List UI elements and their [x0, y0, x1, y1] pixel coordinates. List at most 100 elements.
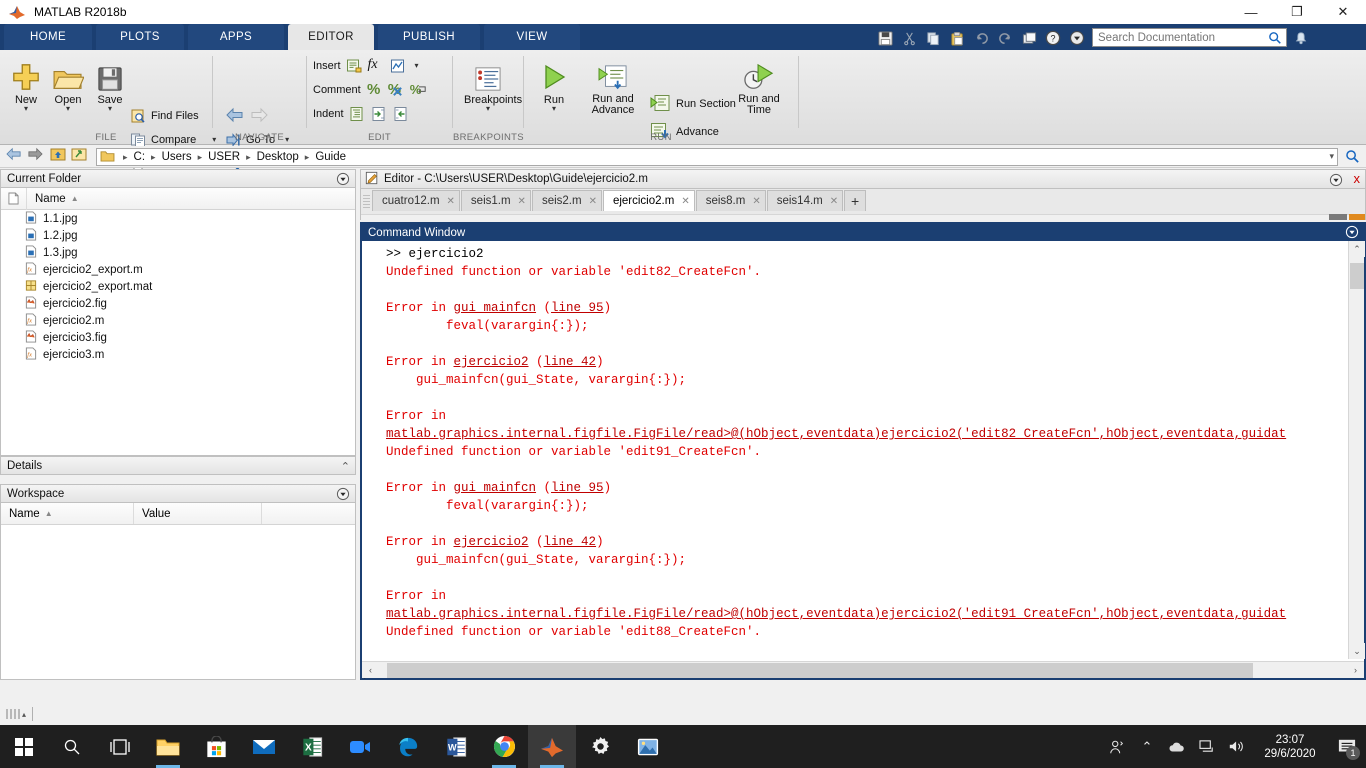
- editor-tab-seis1[interactable]: seis1.m ✕: [460, 190, 531, 211]
- current-folder-file-list[interactable]: Name ▲ 1.1.jpg 1.2.jpg 1.3.jpg fx ejerci…: [0, 188, 356, 456]
- command-window-horizontal-scrollbar[interactable]: ‹ ›: [362, 661, 1364, 678]
- up-folder-icon[interactable]: [50, 147, 66, 166]
- close-icon[interactable]: x: [1354, 172, 1361, 185]
- close-icon[interactable]: ✕: [447, 196, 455, 207]
- breadcrumb[interactable]: ▸ C: ▸ Users ▸ USER ▸ Desktop ▸ Guide ▾: [96, 148, 1338, 166]
- network-icon[interactable]: [1192, 725, 1222, 768]
- help-icon[interactable]: ?: [1042, 28, 1064, 48]
- notification-icon[interactable]: 1: [1328, 725, 1366, 768]
- breadcrumb-item-user[interactable]: USER: [206, 151, 242, 163]
- editor-code-clipped-area[interactable]: [360, 211, 1366, 220]
- run-caret-icon[interactable]: ▾: [530, 105, 578, 113]
- command-window-output[interactable]: >> ejercicio2 Undefined function or varia…: [362, 241, 1364, 659]
- list-item[interactable]: 1.2.jpg: [1, 227, 355, 244]
- close-icon[interactable]: ✕: [589, 196, 597, 207]
- vscroll-thumb[interactable]: [1350, 263, 1364, 289]
- undo-icon[interactable]: [970, 28, 992, 48]
- breadcrumb-item-guide[interactable]: Guide: [313, 151, 348, 163]
- tab-apps[interactable]: APPS: [188, 24, 284, 50]
- people-icon[interactable]: [1102, 725, 1132, 768]
- list-item[interactable]: fx ejercicio3.m: [1, 346, 355, 363]
- error-link[interactable]: line 42: [544, 535, 597, 549]
- taskbar-clock[interactable]: 23:07 29/6/2020: [1252, 733, 1328, 761]
- matlab-icon[interactable]: [528, 725, 576, 768]
- new-button[interactable]: New ▾: [2, 58, 50, 113]
- editor-tab-seis8[interactable]: seis8.m ✕: [695, 190, 766, 211]
- tab-bar-grip[interactable]: [363, 193, 370, 208]
- address-search-icon[interactable]: [1345, 149, 1360, 169]
- insert-caret-icon[interactable]: ▾: [415, 62, 419, 70]
- breakpoints-button[interactable]: Breakpoints ▾: [464, 58, 522, 113]
- close-button[interactable]: ✕: [1320, 0, 1366, 24]
- browse-folder-icon[interactable]: [71, 147, 87, 166]
- hscroll-thumb[interactable]: [387, 662, 1253, 678]
- search-icon[interactable]: [1268, 31, 1282, 48]
- panel-menu-icon[interactable]: [1329, 173, 1343, 190]
- command-window-vertical-scrollbar[interactable]: ⌃ ⌄: [1348, 241, 1365, 659]
- photos-icon[interactable]: [624, 725, 672, 768]
- tab-editor[interactable]: EDITOR: [288, 24, 374, 50]
- insert-plot-icon[interactable]: [390, 58, 406, 74]
- editor-tab-ejercicio2[interactable]: ejercicio2.m ✕: [602, 190, 695, 211]
- task-view-icon[interactable]: [96, 725, 144, 768]
- windows-start-icon[interactable]: [0, 725, 48, 768]
- mail-icon[interactable]: [240, 725, 288, 768]
- list-item[interactable]: ejercicio3.fig: [1, 329, 355, 346]
- word-icon[interactable]: W: [432, 725, 480, 768]
- breadcrumb-dropdown-icon[interactable]: ▾: [1329, 151, 1334, 162]
- workspace-extra-column-header[interactable]: [262, 503, 355, 524]
- zoom-icon[interactable]: [336, 725, 384, 768]
- close-icon[interactable]: ✕: [830, 196, 838, 207]
- tab-home[interactable]: HOME: [4, 24, 92, 50]
- search-documentation-input[interactable]: Search Documentation: [1092, 28, 1287, 47]
- minimize-button[interactable]: —: [1228, 0, 1274, 24]
- error-link[interactable]: ejercicio2: [454, 355, 529, 369]
- bell-icon[interactable]: [1294, 30, 1308, 51]
- run-and-time-button[interactable]: Run and Time: [729, 58, 789, 116]
- scroll-up-icon[interactable]: ⌃: [1349, 241, 1365, 257]
- chevron-up-icon[interactable]: ⌃: [341, 460, 350, 473]
- function-fx-icon[interactable]: fx: [368, 58, 384, 74]
- insert-row[interactable]: Insert fx ▾: [313, 58, 419, 74]
- panel-menu-icon[interactable]: [336, 487, 350, 504]
- edge-icon[interactable]: [384, 725, 432, 768]
- uncomment-icon[interactable]: %: [388, 82, 404, 98]
- wrap-comment-icon[interactable]: %: [410, 82, 426, 98]
- open-caret-icon[interactable]: ▾: [44, 105, 92, 113]
- error-link[interactable]: ejercicio2: [454, 535, 529, 549]
- hscroll-track[interactable]: [379, 662, 1347, 678]
- save-button[interactable]: Save ▾: [86, 58, 134, 113]
- redo-icon[interactable]: [994, 28, 1016, 48]
- microsoft-store-icon[interactable]: [192, 725, 240, 768]
- search-icon[interactable]: [48, 725, 96, 768]
- list-item[interactable]: ejercicio2_export.mat: [1, 278, 355, 295]
- workspace-variable-table[interactable]: Name ▲ Value: [0, 503, 356, 680]
- decrease-indent-icon[interactable]: [393, 106, 409, 122]
- close-icon[interactable]: ✕: [752, 196, 760, 207]
- breakpoints-caret-icon[interactable]: ▾: [464, 105, 512, 113]
- panel-menu-icon[interactable]: [336, 172, 350, 189]
- tab-plots[interactable]: PLOTS: [96, 24, 184, 50]
- copy-icon[interactable]: [922, 28, 944, 48]
- file-type-column-header[interactable]: [1, 188, 27, 210]
- run-button[interactable]: Run ▾: [530, 58, 578, 113]
- find-files-button[interactable]: Find Files: [130, 108, 199, 124]
- list-item[interactable]: 1.1.jpg: [1, 210, 355, 227]
- name-column-header[interactable]: Name ▲: [27, 188, 355, 210]
- excel-icon[interactable]: X: [288, 725, 336, 768]
- editor-tab-seis14[interactable]: seis14.m ✕: [766, 190, 844, 211]
- save-icon[interactable]: [874, 28, 896, 48]
- onedrive-icon[interactable]: [1162, 725, 1192, 768]
- error-link[interactable]: matlab.graphics.internal.figfile.FigFile…: [386, 427, 1286, 441]
- new-caret-icon[interactable]: ▾: [2, 105, 50, 113]
- status-grip-icon[interactable]: [6, 709, 20, 719]
- layout-icon[interactable]: [1018, 28, 1040, 48]
- smart-indent-icon[interactable]: [349, 106, 365, 122]
- chrome-icon[interactable]: [480, 725, 528, 768]
- scroll-right-icon[interactable]: ›: [1347, 662, 1364, 678]
- maximize-button[interactable]: ❐: [1274, 0, 1320, 24]
- increase-indent-icon[interactable]: [371, 106, 387, 122]
- file-explorer-icon[interactable]: [144, 725, 192, 768]
- tab-publish[interactable]: PUBLISH: [378, 24, 480, 50]
- tab-view[interactable]: VIEW: [484, 24, 580, 50]
